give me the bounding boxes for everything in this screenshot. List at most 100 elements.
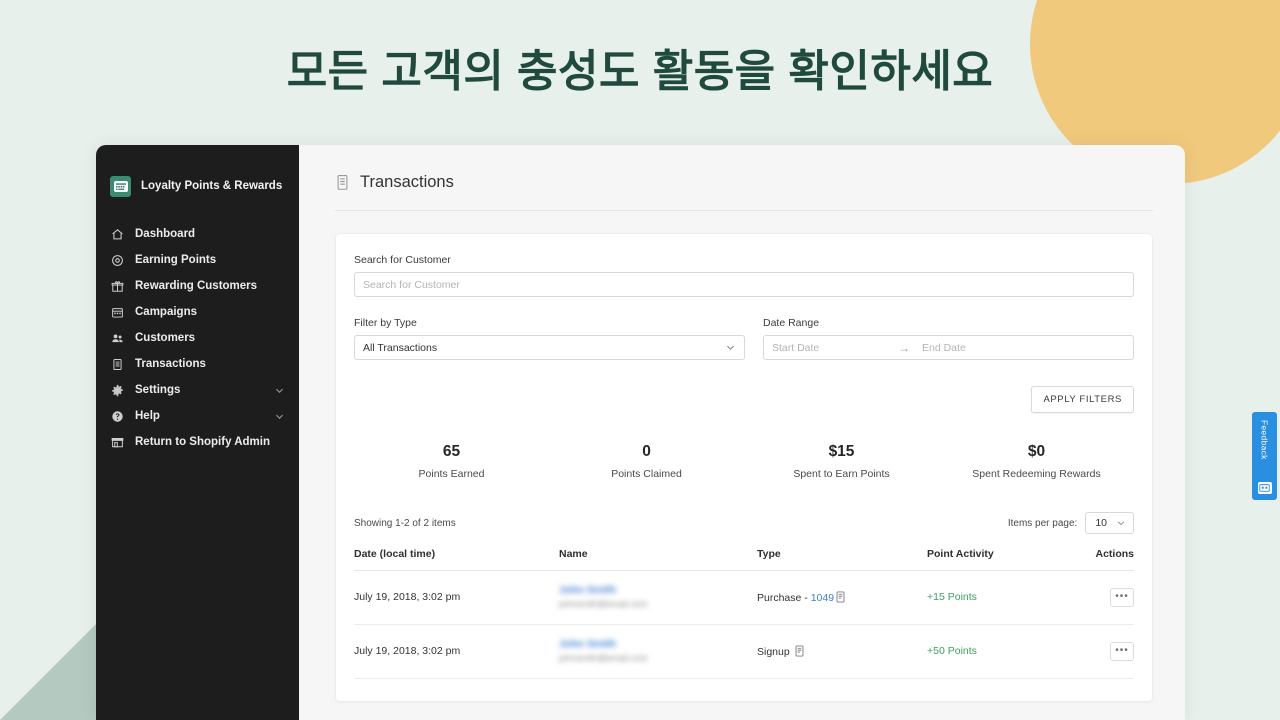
date-range-group: Date Range → — [763, 317, 1134, 360]
chevron-down-icon — [1116, 518, 1127, 529]
app-window: Loyalty Points & Rewards Dashboard Earni… — [96, 145, 1185, 720]
stat-label: Spent Redeeming Rewards — [972, 468, 1101, 480]
page-title: Transactions — [360, 173, 454, 191]
column-header-date: Date (local time) — [354, 548, 559, 571]
sidebar-item-label: Campaigns — [135, 306, 197, 318]
transaction-type-text: Signup — [757, 645, 793, 658]
table-header-row: Date (local time) Name Type Point Activi… — [354, 548, 1134, 571]
sidebar-item-transactions[interactable]: Transactions — [96, 351, 299, 377]
sidebar-item-settings[interactable]: Settings — [96, 377, 299, 403]
main-content: Transactions Search for Customer Filter … — [299, 145, 1185, 720]
sidebar: Loyalty Points & Rewards Dashboard Earni… — [96, 145, 299, 720]
items-per-page-value: 10 — [1095, 517, 1107, 529]
stat-points-claimed: 0 Points Claimed — [549, 443, 744, 480]
stat-value: 65 — [442, 443, 461, 460]
customer-name-link[interactable]: John Smith — [559, 638, 617, 651]
table-head: Date (local time) Name Type Point Activi… — [354, 548, 1134, 571]
stat-label: Spent to Earn Points — [793, 468, 890, 480]
brand: Loyalty Points & Rewards — [96, 161, 299, 203]
column-header-type: Type — [757, 548, 927, 571]
stat-value: 0 — [642, 443, 651, 460]
loyalty-card-icon — [110, 175, 131, 197]
transaction-type-text: Purchase - — [757, 591, 811, 604]
target-icon — [110, 253, 124, 267]
sidebar-item-label: Help — [135, 410, 160, 422]
filter-type-group: Filter by Type All Transactions — [354, 317, 745, 360]
sidebar-item-help[interactable]: Help — [96, 403, 299, 429]
apply-filters-row: APPLY FILTERS — [354, 386, 1134, 413]
transactions-table: Date (local time) Name Type Point Activi… — [354, 548, 1134, 679]
page-header: Transactions — [335, 173, 1153, 211]
calendar-icon — [110, 305, 124, 319]
cell-type: Purchase - 1049 — [757, 570, 927, 625]
gear-icon — [110, 383, 124, 397]
apply-filters-button[interactable]: APPLY FILTERS — [1031, 386, 1134, 413]
cell-customer: John Smith johnsmith@email.com — [559, 624, 757, 679]
start-date-input[interactable] — [764, 341, 894, 354]
sidebar-item-dashboard[interactable]: Dashboard — [96, 221, 299, 247]
point-activity-value: +15 Points — [927, 591, 977, 604]
filter-type-label: Filter by Type — [354, 317, 417, 329]
items-per-page-group: Items per page: 10 — [1008, 512, 1134, 534]
row-actions-button[interactable]: ••• — [1110, 641, 1134, 661]
filter-type-select[interactable]: All Transactions — [354, 335, 745, 360]
chat-feedback-icon — [1257, 482, 1272, 494]
transactions-card: Search for Customer Filter by Type All T… — [335, 233, 1153, 702]
sidebar-item-label: Earning Points — [135, 254, 217, 266]
list-document-icon — [110, 357, 124, 371]
column-header-actions: Actions — [1087, 548, 1134, 571]
note-icon[interactable] — [794, 645, 805, 657]
arrow-right-icon: → — [898, 340, 910, 355]
column-header-name: Name — [559, 548, 757, 571]
cell-date: July 19, 2018, 3:02 pm — [354, 570, 559, 625]
customer-name-link[interactable]: John Smith — [559, 584, 617, 597]
sidebar-item-label: Transactions — [135, 358, 206, 370]
sidebar-item-rewarding-customers[interactable]: Rewarding Customers — [96, 273, 299, 299]
showing-count: Showing 1-2 of 2 items — [354, 517, 456, 529]
stat-spent-redeeming-rewards: $0 Spent Redeeming Rewards — [939, 443, 1134, 480]
date-range-control: → — [763, 335, 1134, 360]
cell-type: Signup — [757, 624, 927, 679]
sidebar-item-earning-points[interactable]: Earning Points — [96, 247, 299, 273]
hero-banner: 모든 고객의 충성도 활동을 확인하세요 — [0, 0, 1280, 145]
people-icon — [110, 331, 124, 345]
page-headline: 모든 고객의 충성도 활동을 확인하세요 — [286, 47, 994, 97]
items-per-page-select[interactable]: 10 — [1085, 512, 1134, 534]
decorative-triangle — [0, 624, 96, 720]
chevron-down-icon — [274, 385, 285, 396]
sidebar-item-return-to-shopify-admin[interactable]: Return to Shopify Admin — [96, 429, 299, 455]
sidebar-item-customers[interactable]: Customers — [96, 325, 299, 351]
home-icon — [110, 227, 124, 241]
cell-point-activity: +50 Points — [927, 624, 1087, 679]
filter-row: Filter by Type All Transactions Date Ran… — [354, 317, 1134, 360]
table-meta: Showing 1-2 of 2 items Items per page: 1… — [354, 512, 1134, 534]
sidebar-item-label: Customers — [135, 332, 196, 344]
sidebar-nav: Dashboard Earning Points Rewarding Custo… — [96, 221, 299, 455]
customer-email: johnsmith@email.com — [559, 599, 648, 610]
cell-point-activity: +15 Points — [927, 570, 1087, 625]
brand-name: Loyalty Points & Rewards — [141, 180, 283, 192]
cell-actions: ••• — [1087, 570, 1134, 625]
table-body: July 19, 2018, 3:02 pm John Smith johnsm… — [354, 570, 1134, 679]
stat-spent-to-earn-points: $15 Spent to Earn Points — [744, 443, 939, 480]
stat-label: Points Claimed — [611, 468, 682, 480]
note-icon[interactable] — [835, 591, 846, 603]
order-number-link[interactable]: 1049 — [811, 592, 834, 604]
cell-customer: John Smith johnsmith@email.com — [559, 570, 757, 625]
column-header-point-activity: Point Activity — [927, 548, 1087, 571]
end-date-input[interactable] — [914, 341, 1044, 354]
stat-label: Points Earned — [418, 468, 485, 480]
table-row: July 19, 2018, 3:02 pm John Smith johnsm… — [354, 624, 1134, 679]
stat-value: $0 — [1027, 443, 1046, 460]
row-actions-button[interactable]: ••• — [1110, 587, 1134, 607]
chevron-down-icon — [725, 342, 736, 353]
feedback-label: Feedback — [1259, 420, 1270, 460]
items-per-page-label: Items per page: — [1007, 517, 1078, 529]
sidebar-item-label: Rewarding Customers — [135, 280, 258, 292]
cell-date: July 19, 2018, 3:02 pm — [354, 624, 559, 679]
cell-actions: ••• — [1087, 624, 1134, 679]
search-input[interactable] — [354, 272, 1134, 297]
feedback-tab[interactable]: Feedback — [1252, 412, 1277, 500]
sidebar-item-campaigns[interactable]: Campaigns — [96, 299, 299, 325]
stats-row: 65 Points Earned 0 Points Claimed $15 Sp… — [354, 443, 1134, 486]
